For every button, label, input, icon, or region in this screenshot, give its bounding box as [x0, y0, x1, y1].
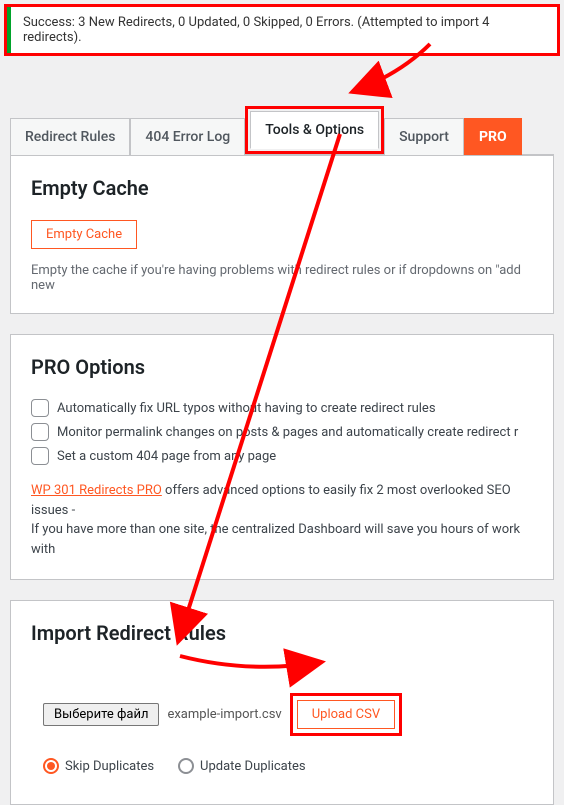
- radio-update-duplicates[interactable]: Update Duplicates: [178, 758, 306, 774]
- checkbox-fix-typos[interactable]: [31, 399, 49, 417]
- pro-opt-2-row: Monitor permalink changes on posts & pag…: [31, 423, 533, 441]
- duplicate-mode-row: Skip Duplicates Update Duplicates: [43, 758, 533, 774]
- success-notice-highlight: Success: 3 New Redirects, 0 Updated, 0 S…: [4, 4, 560, 56]
- pro-line2: If you have more than one site, the cent…: [31, 522, 520, 557]
- choose-file-button[interactable]: Выберите файл: [43, 703, 159, 726]
- pro-opt-2-label: Monitor permalink changes on posts & pag…: [57, 425, 518, 440]
- upload-csv-highlight: Upload CSV: [290, 693, 402, 736]
- panel-pro-options: PRO Options Automatically fix URL typos …: [10, 334, 554, 580]
- pro-opt-1-row: Automatically fix URL typos without havi…: [31, 399, 533, 417]
- pro-link[interactable]: WP 301 Redirects PRO: [31, 483, 162, 498]
- tab-support[interactable]: Support: [384, 118, 464, 155]
- radio-skip-label: Skip Duplicates: [65, 759, 154, 774]
- empty-cache-button[interactable]: Empty Cache: [31, 220, 137, 249]
- tab-pro[interactable]: PRO: [464, 118, 522, 155]
- pro-opt-1-label: Automatically fix URL typos without havi…: [57, 401, 436, 416]
- success-notice: Success: 3 New Redirects, 0 Updated, 0 S…: [7, 7, 557, 53]
- upload-csv-button[interactable]: Upload CSV: [297, 700, 395, 729]
- tab-404-error-log[interactable]: 404 Error Log: [130, 118, 245, 155]
- selected-file-name: example-import.csv: [167, 707, 281, 722]
- success-text: Success: 3 New Redirects, 0 Updated, 0 S…: [23, 15, 489, 45]
- tabs-nav: Redirect Rules 404 Error Log Tools & Opt…: [10, 106, 554, 155]
- empty-cache-desc: Empty the cache if you're having problem…: [31, 263, 533, 293]
- pro-text-block: WP 301 Redirects PRO offers advanced opt…: [31, 481, 533, 559]
- checkbox-custom-404[interactable]: [31, 447, 49, 465]
- tab-redirect-rules[interactable]: Redirect Rules: [10, 118, 130, 155]
- checkbox-monitor-permalinks[interactable]: [31, 423, 49, 441]
- radio-dot-icon: [178, 758, 194, 774]
- pro-opt-3-label: Set a custom 404 page from any page: [57, 449, 276, 464]
- radio-dot-icon: [43, 758, 59, 774]
- radio-update-label: Update Duplicates: [200, 759, 306, 774]
- tab-tools-options[interactable]: Tools & Options: [250, 111, 379, 149]
- panel-import: Import Redirect Rules Выберите файл exam…: [10, 600, 554, 805]
- tab-tools-highlight: Tools & Options: [245, 106, 384, 154]
- pro-options-heading: PRO Options: [31, 355, 533, 379]
- pro-opt-3-row: Set a custom 404 page from any page: [31, 447, 533, 465]
- radio-skip-duplicates[interactable]: Skip Duplicates: [43, 758, 154, 774]
- panel-empty-cache: Empty Cache Empty Cache Empty the cache …: [10, 155, 554, 314]
- import-heading: Import Redirect Rules: [31, 621, 533, 645]
- file-upload-row: Выберите файл example-import.csv Upload …: [43, 693, 533, 736]
- empty-cache-heading: Empty Cache: [31, 176, 533, 200]
